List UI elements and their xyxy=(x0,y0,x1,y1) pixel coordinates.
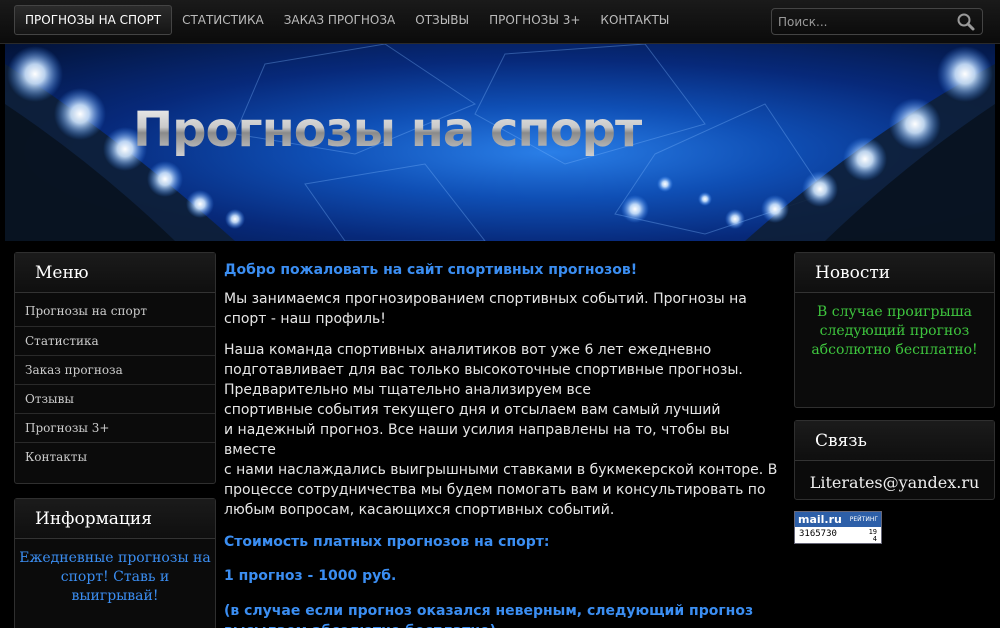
team-paragraph-line: процессе сотрудничества мы будем помогат… xyxy=(224,482,766,498)
team-paragraph-line: любым вопросам, касающихся спортивных со… xyxy=(224,502,615,518)
team-paragraph-line: Предварительно мы тщательно анализируем … xyxy=(224,382,592,398)
nav-item-predictions-3plus[interactable]: ПРОГНОЗЫ 3+ xyxy=(479,5,590,35)
nav-item-reviews[interactable]: ОТЗЫВЫ xyxy=(405,5,479,35)
team-paragraph-line: Наша команда спортивных аналитиков вот у… xyxy=(224,342,712,358)
counter-small-bottom: 4 xyxy=(872,535,877,543)
nav-item-contacts[interactable]: КОНТАКТЫ xyxy=(590,5,679,35)
team-paragraph-line: спортивные события текущего дня и отсыла… xyxy=(224,402,721,418)
counter-brand: mail.ru xyxy=(798,513,842,526)
refund-note: (в случае если прогноз оказался неверным… xyxy=(224,603,754,628)
info-title: Информация xyxy=(15,499,215,539)
main-content: Добро пожаловать на сайт спортивных прог… xyxy=(224,262,784,628)
nav-item-order[interactable]: ЗАКАЗ ПРОГНОЗА xyxy=(274,5,406,35)
contact-email[interactable]: Literates@yandex.ru xyxy=(795,461,994,504)
nav-item-statistics[interactable]: СТАТИСТИКА xyxy=(172,5,274,35)
search-input[interactable] xyxy=(778,12,953,31)
info-text: Ежедневные прогнозы на спорт! Ставь и вы… xyxy=(19,550,211,604)
menu-item-predictions[interactable]: Прогнозы на спорт xyxy=(15,297,215,326)
contact-panel: Связь Literates@yandex.ru xyxy=(794,420,995,500)
menu-item-contacts[interactable]: Контакты xyxy=(15,442,215,471)
news-title: Новости xyxy=(795,253,994,293)
menu-panel: Меню Прогнозы на спорт Статистика Заказ … xyxy=(14,252,216,484)
team-paragraph: Наша команда спортивных аналитиков вот у… xyxy=(224,340,784,520)
banner-title: Прогнозы на спорт xyxy=(133,102,643,158)
team-paragraph-line: с нами наслаждались выигрышными ставками… xyxy=(224,462,778,478)
mailru-rating-counter[interactable]: mail.ru РЕЙТИНГ 3165730 19 4 xyxy=(794,511,882,544)
news-panel: Новости В случае проигрыша следующий про… xyxy=(794,252,995,408)
counter-value: 3165730 xyxy=(799,529,837,539)
team-paragraph-line: подготавливает для вас только высокоточн… xyxy=(224,362,743,378)
header-banner: Прогнозы на спорт xyxy=(5,44,995,241)
search-icon[interactable] xyxy=(956,12,976,32)
menu-item-predictions-3plus[interactable]: Прогнозы 3+ xyxy=(15,413,215,442)
top-navigation-bar: ПРОГНОЗЫ НА СПОРТ СТАТИСТИКА ЗАКАЗ ПРОГН… xyxy=(0,0,1000,44)
search-box xyxy=(771,8,983,35)
menu-list: Прогнозы на спорт Статистика Заказ прогн… xyxy=(15,293,215,471)
intro-paragraph: Мы занимаемся прогнозированием спортивны… xyxy=(224,291,747,327)
price-value: 1 прогноз - 1000 руб. xyxy=(224,568,397,584)
price-title: Стоимость платных прогнозов на спорт: xyxy=(224,534,550,550)
nav-item-predictions[interactable]: ПРОГНОЗЫ НА СПОРТ xyxy=(14,5,173,35)
menu-title: Меню xyxy=(15,253,215,293)
menu-item-order[interactable]: Заказ прогноза xyxy=(15,355,215,384)
team-paragraph-line: и надежный прогноз. Все наши усилия напр… xyxy=(224,422,730,458)
welcome-heading: Добро пожаловать на сайт спортивных прог… xyxy=(224,262,638,278)
menu-item-reviews[interactable]: Отзывы xyxy=(15,384,215,413)
counter-header: mail.ru РЕЙТИНГ xyxy=(795,512,881,527)
menu-item-statistics[interactable]: Статистика xyxy=(15,326,215,355)
main-nav: ПРОГНОЗЫ НА СПОРТ СТАТИСТИКА ЗАКАЗ ПРОГН… xyxy=(14,5,679,35)
news-text: В случае проигрыша следующий прогноз абс… xyxy=(811,304,978,358)
counter-tag: РЕЙТИНГ xyxy=(849,516,878,523)
info-panel: Информация Ежедневные прогнозы на спорт!… xyxy=(14,498,216,628)
contact-title: Связь xyxy=(795,421,994,461)
